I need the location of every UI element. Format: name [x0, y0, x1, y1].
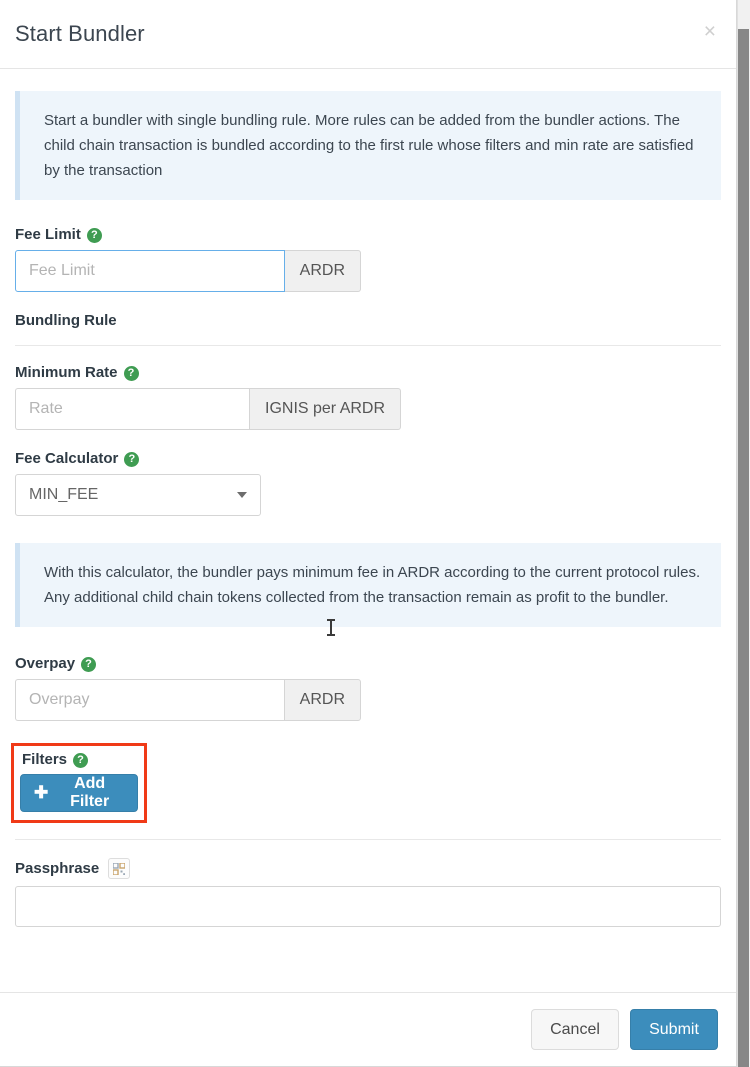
add-filter-label: Add Filter — [70, 775, 110, 810]
modal-header: Start Bundler × — [0, 0, 736, 69]
overpay-label: Overpay ? — [15, 655, 721, 672]
intro-info-box: Start a bundler with single bundling rul… — [15, 91, 721, 200]
modal-footer: Cancel Submit — [0, 992, 736, 1066]
overpay-label-text: Overpay — [15, 655, 76, 672]
minimum-rate-addon: IGNIS per ARDR — [249, 388, 402, 430]
overpay-section: Overpay ? ARDR — [15, 655, 721, 721]
page-title: Start Bundler — [15, 21, 145, 46]
fee-calculator-section: Fee Calculator ? MIN_FEE — [15, 450, 721, 516]
bundling-rule-label-text: Bundling Rule — [15, 312, 117, 329]
overpay-input-group: ARDR — [15, 679, 361, 721]
minimum-rate-label: Minimum Rate ? — [15, 364, 721, 381]
fee-calculator-label: Fee Calculator ? — [15, 450, 721, 467]
help-icon[interactable]: ? — [124, 452, 140, 467]
filters-label: Filters ? — [22, 751, 138, 768]
passphrase-label: Passphrase — [15, 858, 721, 879]
plus-icon: ✚ — [34, 782, 49, 802]
minimum-rate-label-text: Minimum Rate — [15, 364, 118, 381]
page-scrollbar[interactable] — [737, 0, 750, 1067]
chevron-down-icon — [237, 492, 247, 498]
bundling-rule-heading: Bundling Rule — [15, 312, 721, 329]
filters-divider — [15, 839, 721, 840]
bundling-rule-divider — [15, 345, 721, 346]
fee-calculator-label-text: Fee Calculator — [15, 450, 119, 467]
passphrase-input[interactable] — [15, 886, 721, 927]
qr-code-icon[interactable] — [108, 858, 131, 879]
calculator-info-text: With this calculator, the bundler pays m… — [44, 564, 701, 606]
calculator-info-box: With this calculator, the bundler pays m… — [15, 543, 721, 636]
minimum-rate-input[interactable] — [15, 388, 249, 430]
submit-button[interactable]: Submit — [630, 1009, 718, 1050]
passphrase-section: Passphrase — [15, 858, 721, 927]
filters-section: Filters ? ✚ Add Filter — [11, 743, 147, 823]
add-filter-button[interactable]: ✚ Add Filter — [20, 774, 138, 812]
fee-limit-input[interactable] — [15, 250, 285, 292]
start-bundler-modal: Start Bundler × Start a bundler with sin… — [0, 0, 737, 1067]
help-icon[interactable]: ? — [86, 228, 102, 243]
help-icon[interactable]: ? — [73, 753, 89, 768]
fee-limit-label-text: Fee Limit — [15, 226, 81, 243]
minimum-rate-input-group: IGNIS per ARDR — [15, 388, 402, 430]
page-scrollbar-thumb[interactable] — [738, 29, 749, 1067]
fee-limit-label: Fee Limit ? — [15, 226, 721, 243]
minimum-rate-section: Minimum Rate ? IGNIS per ARDR — [15, 364, 721, 430]
overpay-addon: ARDR — [283, 679, 361, 721]
help-icon[interactable]: ? — [81, 657, 97, 672]
filters-label-text: Filters — [22, 751, 68, 768]
fee-calculator-select[interactable]: MIN_FEE — [15, 474, 261, 516]
fee-calculator-selected-value: MIN_FEE — [29, 486, 99, 503]
cancel-button[interactable]: Cancel — [531, 1009, 619, 1050]
overpay-input[interactable] — [15, 679, 284, 721]
footer-spacer — [0, 970, 736, 993]
fee-limit-input-group: ARDR — [15, 250, 361, 292]
modal-body: Start a bundler with single bundling rul… — [0, 69, 736, 970]
text-cursor — [327, 619, 335, 636]
fee-limit-addon: ARDR — [284, 250, 361, 292]
fee-limit-section: Fee Limit ? ARDR — [15, 226, 721, 292]
close-icon[interactable]: × — [700, 19, 720, 44]
passphrase-label-text: Passphrase — [15, 860, 100, 877]
help-icon[interactable]: ? — [123, 366, 139, 381]
